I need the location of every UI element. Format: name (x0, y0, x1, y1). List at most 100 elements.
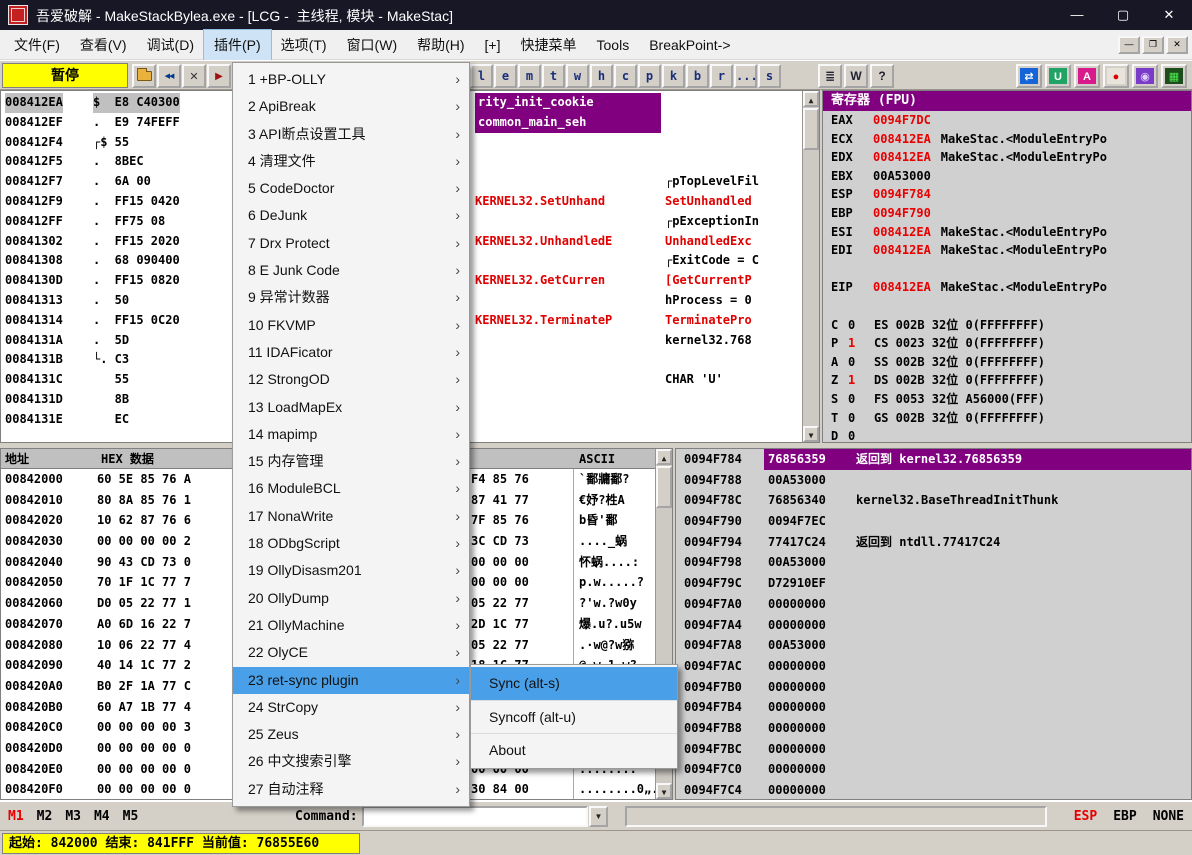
menubar-item-1[interactable]: 文件(F) (4, 30, 70, 60)
plugins-menu-item-7[interactable]: 7 Drx Protect › (233, 230, 469, 257)
plugins-menu-item-9[interactable]: 9 异常计数器 › (233, 284, 469, 311)
close-process-button[interactable]: ✕ (182, 64, 206, 88)
flag-row[interactable]: Z 1 DS 002B 32位 0(FFFFFFFF) (823, 371, 1191, 390)
memory-tab-m2[interactable]: M2 (37, 809, 53, 824)
scroll-thumb[interactable] (803, 108, 819, 150)
plugins-menu-item-12[interactable]: 12 StrongOD › (233, 366, 469, 393)
stack-row[interactable]: 0094F7A4 00000000 (676, 615, 1191, 636)
plugins-menu-item-4[interactable]: 4 清理文件 › (233, 148, 469, 175)
stack-row[interactable]: 0094F794 77417C24 返回到 ntdll.77417C24 (676, 532, 1191, 553)
register-row[interactable] (823, 297, 1191, 316)
submenu-item-1[interactable]: Sync (alt-s) (471, 667, 677, 700)
menubar-item-10[interactable]: Tools (587, 32, 640, 58)
stack-row[interactable]: 0094F7AC 00000000 (676, 656, 1191, 677)
submenu-item-2[interactable]: Syncoff (alt-u) (471, 700, 677, 733)
mdi-close-icon[interactable]: ✕ (1166, 36, 1188, 54)
stack-row[interactable]: 0094F78C 76856340 kernel32.BaseThreadInitT… (676, 490, 1191, 511)
run-button[interactable]: ▶ (207, 64, 231, 88)
stack-row[interactable]: 0094F7B4 00000000 (676, 697, 1191, 718)
flag-row[interactable]: S 0 FS 0053 32位 A56000(FFF) (823, 390, 1191, 409)
plugins-menu-item-21[interactable]: 21 OllyMachine › (233, 612, 469, 639)
stack-row[interactable]: 0094F7B0 00000000 (676, 677, 1191, 698)
register-row[interactable]: EDX 008412EA MakeStac.<ModuleEntryPo (823, 148, 1191, 167)
register-row[interactable]: EDI 008412EA MakeStac.<ModuleEntryPo (823, 241, 1191, 260)
toolbar-letter-h[interactable]: h (590, 64, 613, 88)
plugins-menu-item-8[interactable]: 8 E Junk Code › (233, 257, 469, 284)
menubar-item-11[interactable]: BreakPoint-> (639, 32, 740, 58)
maximize-icon[interactable]: ▢ (1100, 0, 1146, 30)
scroll-thumb[interactable] (656, 466, 672, 508)
register-row[interactable]: ESP 0094F784 (823, 185, 1191, 204)
register-row[interactable]: EBX 00A53000 (823, 167, 1191, 186)
plugins-menu-item-10[interactable]: 10 FKVMP › (233, 312, 469, 339)
stack-row[interactable]: 0094F7B8 00000000 (676, 718, 1191, 739)
plugins-menu-item-1[interactable]: 1 +BP-OLLY › (233, 66, 469, 93)
toolbar-letter-r[interactable]: r (710, 64, 733, 88)
plugins-menu-item-17[interactable]: 17 NonaWrite › (233, 503, 469, 530)
flag-row[interactable]: P 1 CS 0023 32位 0(FFFFFFFF) (823, 334, 1191, 353)
toolbar-letter-m[interactable]: m (518, 64, 541, 88)
plugins-menu-item-25[interactable]: 25 Zeus › (233, 721, 469, 748)
toolbar-letter-p[interactable]: p (638, 64, 661, 88)
memory-tab-m1[interactable]: M1 (8, 809, 24, 824)
command-dropdown-icon[interactable]: ▼ (589, 806, 608, 827)
flag-row[interactable]: A 0 SS 002B 32位 0(FFFFFFFF) (823, 353, 1191, 372)
register-row[interactable]: EIP 008412EA MakeStac.<ModuleEntryPo (823, 278, 1191, 297)
plugins-menu-item-13[interactable]: 13 LoadMapEx › (233, 394, 469, 421)
close-icon[interactable]: ✕ (1146, 0, 1192, 30)
restart-button[interactable]: ◀◀ (157, 64, 181, 88)
toolbar-letter-s[interactable]: s (758, 64, 781, 88)
flag-row[interactable]: C 0 ES 002B 32位 0(FFFFFFFF) (823, 316, 1191, 335)
analyze-button[interactable]: A (1074, 64, 1100, 88)
stack-row[interactable]: 0094F7A0 00000000 (676, 594, 1191, 615)
plugins-menu-item-6[interactable]: 6 DeJunk › (233, 202, 469, 229)
menubar-item-7[interactable]: 帮助(H) (407, 30, 474, 60)
register-row[interactable]: EBP 0094F790 (823, 204, 1191, 223)
submenu-item-3[interactable]: About (471, 733, 677, 766)
plugins-menu-item-18[interactable]: 18 ODbgScript › (233, 530, 469, 557)
scroll-down-icon[interactable]: ▼ (803, 426, 819, 442)
register-row[interactable] (823, 260, 1191, 279)
plugins-menu-item-22[interactable]: 22 OlyCE › (233, 639, 469, 666)
panels-button[interactable]: ≣ (818, 64, 842, 88)
plugins-menu-item-14[interactable]: 14 mapimp › (233, 421, 469, 448)
flag-row[interactable]: D0 (823, 427, 1191, 442)
scroll-up-icon[interactable]: ▲ (656, 449, 672, 465)
plugins-menu-item-24[interactable]: 24 StrCopy › (233, 694, 469, 721)
open-file-button[interactable] (132, 64, 156, 88)
stack-row[interactable]: 0094F788 00A53000 (676, 470, 1191, 491)
toolbar-letter-e[interactable]: e (494, 64, 517, 88)
scroll-down-icon[interactable]: ▼ (656, 783, 672, 799)
stack-row[interactable]: 0094F798 00A53000 (676, 552, 1191, 573)
menubar-item-5[interactable]: 选项(T) (271, 30, 337, 60)
plugins-menu-item-2[interactable]: 2 ApiBreak › (233, 93, 469, 120)
plugins-menu-item-27[interactable]: 27 自动注释 › (233, 776, 469, 803)
menubar-item-9[interactable]: 快捷菜单 (511, 30, 587, 60)
menubar-item-2[interactable]: 查看(V) (70, 30, 137, 60)
plugins-menu-item-19[interactable]: 19 OllyDisasm201 › (233, 557, 469, 584)
sphere-button[interactable]: ◉ (1132, 64, 1158, 88)
register-row[interactable]: EAX 0094F7DC (823, 111, 1191, 130)
toolbar-letter-b[interactable]: b (686, 64, 709, 88)
plugins-menu-item-16[interactable]: 16 ModuleBCL › (233, 475, 469, 502)
plugins-menu-item-15[interactable]: 15 内存管理 › (233, 448, 469, 475)
toolbar-letter-k[interactable]: k (662, 64, 685, 88)
flag-row[interactable]: T 0 GS 002B 32位 0(FFFFFFFF) (823, 409, 1191, 428)
register-row[interactable]: ECX 008412EA MakeStac.<ModuleEntryPo (823, 130, 1191, 149)
plugins-menu-item-20[interactable]: 20 OllyDump › (233, 585, 469, 612)
help-button[interactable]: ? (870, 64, 894, 88)
stack-row[interactable]: 0094F784 76856359 返回到 kernel32.76856359 (676, 449, 1191, 470)
terminal-button[interactable]: ▦ (1161, 64, 1187, 88)
plugins-menu-item-26[interactable]: 26 中文搜索引擎 › (233, 748, 469, 775)
toolbar-letter-dots[interactable]: ... (734, 64, 758, 88)
mdi-restore-icon[interactable]: ❐ (1142, 36, 1164, 54)
menubar-item-6[interactable]: 窗口(W) (337, 30, 408, 60)
command-input[interactable] (362, 806, 588, 827)
disasm-scrollbar[interactable]: ▲ ▼ (802, 91, 819, 442)
minimize-icon[interactable]: — (1054, 0, 1100, 30)
menubar-item-8[interactable]: [+] (475, 32, 511, 58)
memory-tab-m3[interactable]: M3 (65, 809, 81, 824)
stack-row[interactable]: 0094F790 0094F7EC (676, 511, 1191, 532)
memory-tab-m5[interactable]: M5 (123, 809, 139, 824)
memory-tab-m4[interactable]: M4 (94, 809, 110, 824)
